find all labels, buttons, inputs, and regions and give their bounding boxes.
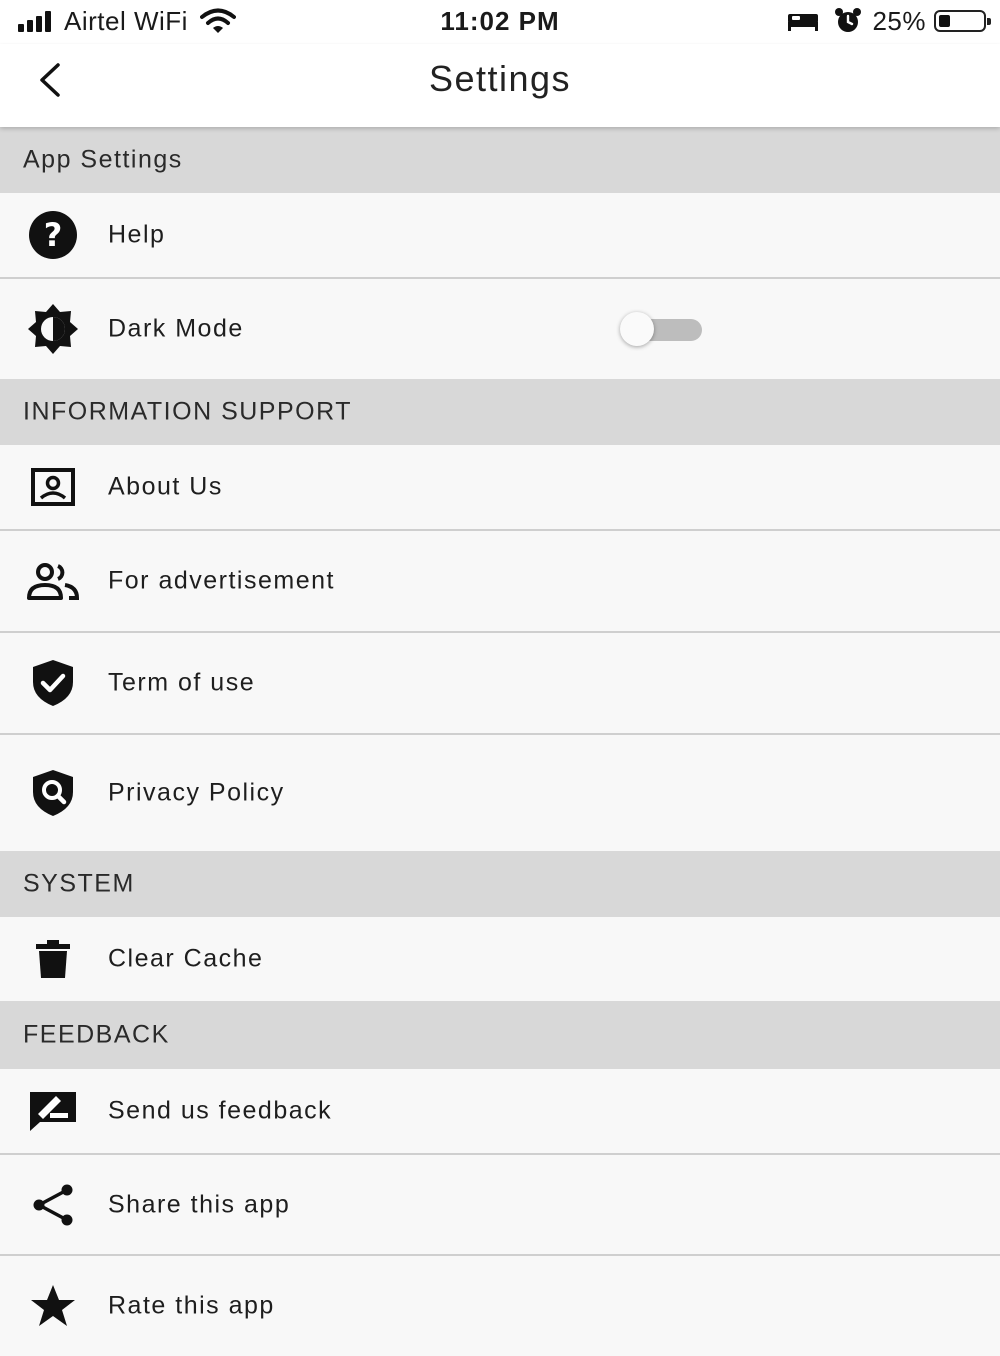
battery-percentage: 25% [872,5,926,36]
privacy-policy-item[interactable]: Privacy Policy [0,735,1000,851]
share-app-item[interactable]: Share this app [0,1155,1000,1256]
app-bar: Settings [0,44,1000,127]
section-header-app-settings: App Settings [0,127,1000,193]
clear-cache-label: Clear Cache [108,944,264,973]
svg-text:?: ? [44,216,63,254]
privacy-policy-label: Privacy Policy [108,778,285,807]
send-feedback-label: Send us feedback [108,1096,333,1125]
dark-mode-item: Dark Mode [0,279,1000,379]
section-title: App Settings [23,145,183,174]
status-bar: Airtel WiFi 11:02 PM 25% [0,0,1000,44]
send-feedback-item[interactable]: Send us feedback [0,1069,1000,1155]
alarm-icon [835,8,862,32]
rate-app-item[interactable]: Rate this app [0,1256,1000,1356]
star-icon [26,1279,80,1333]
trash-icon [26,932,80,986]
people-icon [26,554,80,608]
help-circle-icon: ? [26,208,80,262]
term-of-use-item[interactable]: Term of use [0,633,1000,735]
about-us-label: About Us [108,472,223,501]
dark-mode-toggle[interactable] [620,311,704,347]
section-title: INFORMATION SUPPORT [23,397,352,426]
brightness-icon [26,302,80,356]
help-item[interactable]: ? Help [0,193,1000,279]
feedback-icon [26,1084,80,1138]
bed-icon [788,14,819,31]
about-us-item[interactable]: About Us [0,445,1000,531]
section-title: SYSTEM [23,869,135,898]
section-title: FEEDBACK [23,1020,170,1049]
rate-app-label: Rate this app [108,1291,275,1320]
section-header-information-support: INFORMATION SUPPORT [0,379,1000,445]
help-label: Help [108,220,166,249]
battery-icon [934,10,991,32]
clear-cache-item[interactable]: Clear Cache [0,917,1000,1001]
section-header-system: SYSTEM [0,851,1000,917]
share-icon [26,1178,80,1232]
shield-check-icon [26,656,80,710]
share-app-label: Share this app [108,1190,291,1218]
page-title: Settings [428,58,572,99]
shield-search-icon [26,766,80,820]
contact-card-icon [26,460,80,514]
for-advertisement-item[interactable]: For advertisement [0,531,1000,633]
section-header-feedback: FEEDBACK [0,1001,1000,1069]
dark-mode-label: Dark Mode [108,314,244,343]
term-of-use-label: Term of use [108,668,256,697]
for-advertisement-label: For advertisement [108,566,335,595]
